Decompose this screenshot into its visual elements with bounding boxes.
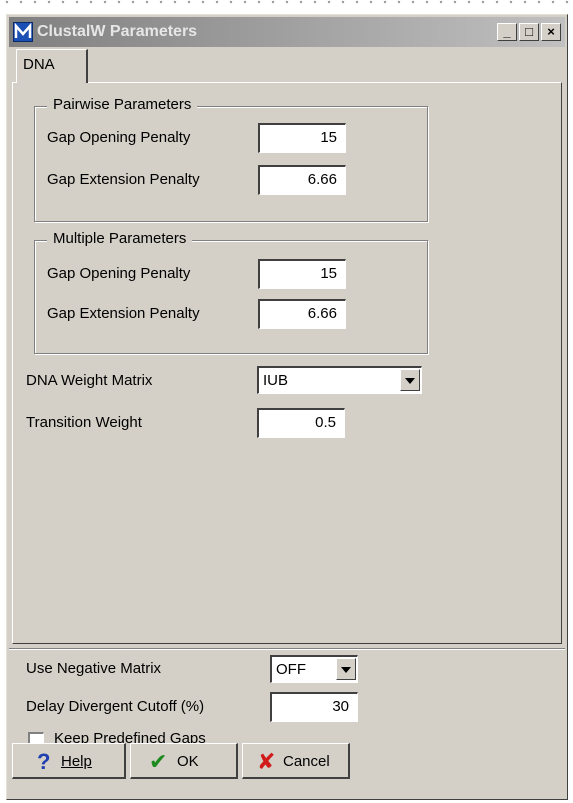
delay-divergent-input[interactable]: 30 bbox=[270, 692, 358, 722]
x-icon: ✘ bbox=[257, 749, 276, 774]
multiple-gap-ext-input[interactable]: 6.66 bbox=[258, 299, 346, 329]
checkmark-icon: ✔ bbox=[149, 749, 168, 774]
maximize-icon: □ bbox=[525, 24, 533, 39]
help-button-label: Help bbox=[61, 753, 92, 770]
app-icon bbox=[13, 22, 33, 42]
negative-matrix-select[interactable]: OFF bbox=[270, 655, 358, 683]
clustalw-parameters-dialog: ClustalW Parameters _ □ × DNA Pairwise P… bbox=[6, 14, 568, 800]
pairwise-gap-ext-label: Gap Extension Penalty bbox=[47, 171, 200, 188]
multiple-gap-open-label: Gap Opening Penalty bbox=[47, 265, 191, 282]
multiple-parameters-group: Multiple Parameters Gap Opening Penalty … bbox=[34, 230, 428, 354]
tab-dna[interactable]: DNA bbox=[16, 49, 88, 83]
negative-matrix-value: OFF bbox=[276, 661, 306, 678]
divider bbox=[9, 648, 565, 650]
close-icon: × bbox=[547, 24, 555, 39]
window-title: ClustalW Parameters bbox=[37, 23, 198, 40]
ok-button-label: OK bbox=[177, 753, 199, 770]
tab-dna-label: DNA bbox=[23, 56, 55, 73]
negative-matrix-label: Use Negative Matrix bbox=[26, 660, 162, 677]
multiple-legend: Multiple Parameters bbox=[47, 230, 193, 247]
tab-panel-dna: Pairwise Parameters Gap Opening Penalty … bbox=[12, 82, 562, 644]
delay-divergent-label: Delay Divergent Cutoff (%) bbox=[26, 698, 205, 715]
dna-weight-matrix-value: IUB bbox=[263, 372, 289, 389]
pairwise-parameters-group: Pairwise Parameters Gap Opening Penalty … bbox=[34, 96, 428, 222]
background-dotted-line bbox=[0, 0, 573, 14]
chevron-down-icon[interactable] bbox=[400, 369, 420, 391]
pairwise-gap-ext-input[interactable]: 6.66 bbox=[258, 165, 346, 195]
question-icon: ? bbox=[37, 749, 51, 774]
transition-weight-input[interactable]: 0.5 bbox=[257, 408, 345, 438]
cancel-button-label: Cancel bbox=[283, 753, 330, 770]
minimize-icon: _ bbox=[503, 24, 511, 39]
chevron-down-icon[interactable] bbox=[336, 658, 356, 680]
pairwise-gap-open-label: Gap Opening Penalty bbox=[47, 129, 191, 146]
close-button[interactable]: × bbox=[541, 23, 561, 41]
pairwise-gap-open-input[interactable]: 15 bbox=[258, 123, 346, 153]
minimize-button[interactable]: _ bbox=[497, 23, 517, 41]
maximize-button[interactable]: □ bbox=[519, 23, 539, 41]
transition-weight-label: Transition Weight bbox=[26, 414, 142, 431]
cancel-button[interactable]: ✘ Cancel bbox=[242, 743, 350, 779]
help-button[interactable]: ? Help bbox=[12, 743, 126, 779]
dna-weight-matrix-select[interactable]: IUB bbox=[257, 366, 422, 394]
ok-button[interactable]: ✔ OK bbox=[130, 743, 238, 779]
dna-weight-matrix-label: DNA Weight Matrix bbox=[26, 372, 153, 389]
multiple-gap-open-input[interactable]: 15 bbox=[258, 259, 346, 289]
multiple-gap-ext-label: Gap Extension Penalty bbox=[47, 305, 200, 322]
title-bar[interactable]: ClustalW Parameters _ □ × bbox=[9, 17, 565, 47]
pairwise-legend: Pairwise Parameters bbox=[47, 96, 198, 113]
